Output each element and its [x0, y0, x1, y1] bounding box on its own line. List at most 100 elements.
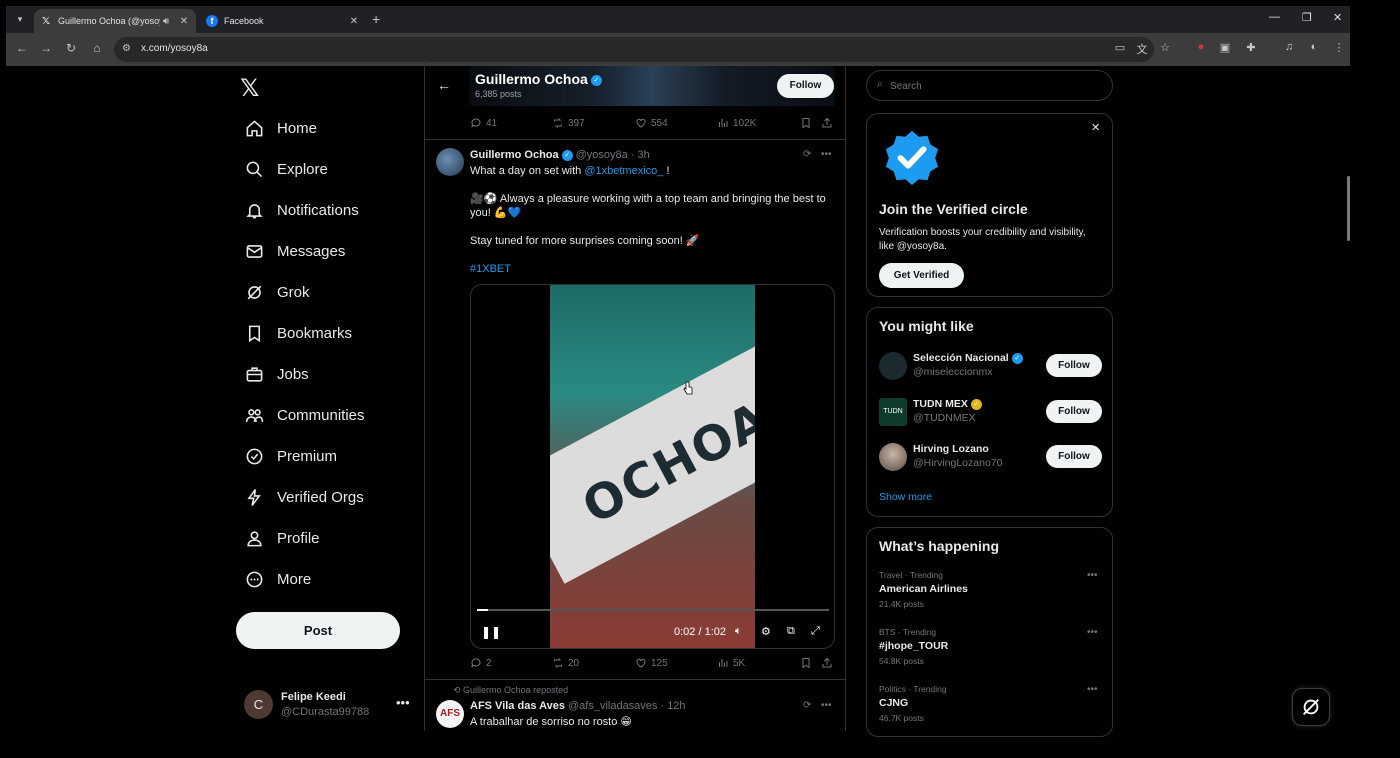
nav-item-verified-orgs[interactable]: Verified Orgs	[244, 482, 364, 512]
menu-icon[interactable]: ⋮	[1331, 41, 1347, 54]
minimize-button[interactable]: —	[1269, 11, 1280, 23]
avatar[interactable]: TUDN	[879, 398, 907, 426]
close-tab-icon[interactable]: ✕	[348, 16, 360, 27]
suggested-account[interactable]: Hirving Lozano @HirvingLozano70 Follow	[879, 441, 1104, 473]
nav-item-profile[interactable]: Profile	[244, 523, 320, 553]
home-button[interactable]: ⌂	[89, 41, 105, 55]
nav-item-jobs[interactable]: Jobs	[244, 359, 309, 389]
pip-icon[interactable]: ⧉	[787, 625, 795, 638]
more-dots-icon[interactable]: •••	[821, 149, 832, 160]
site-info-icon[interactable]: ⚙	[122, 43, 131, 54]
like-button[interactable]: 554	[635, 117, 668, 129]
more-dots-icon[interactable]: •••	[396, 695, 410, 710]
extensions-puzzle-icon[interactable]: ✚	[1243, 41, 1259, 54]
follow-button[interactable]: Follow	[777, 74, 834, 98]
close-window-button[interactable]: ✕	[1333, 11, 1342, 24]
grok-icon[interactable]: ⟳	[803, 149, 811, 160]
grok-float-button[interactable]	[1292, 688, 1330, 726]
follow-button[interactable]: Follow	[1046, 354, 1102, 377]
install-app-icon[interactable]: ▭	[1112, 41, 1128, 54]
translate-icon[interactable]: 文	[1134, 41, 1150, 57]
nav-item-grok[interactable]: Grok	[244, 277, 310, 307]
audio-icon[interactable]: 🔊︎	[160, 16, 172, 27]
nav-item-bookmarks[interactable]: Bookmarks	[244, 318, 352, 348]
extension-icon[interactable]: ●	[1193, 41, 1209, 53]
pause-icon[interactable]: ❚❚	[481, 625, 501, 639]
video-player[interactable]: OCHOA ❚❚ 0:02 / 1:02 🔈︎ ⚙ ⧉ ⤢	[470, 284, 835, 649]
video-progress-bar[interactable]	[477, 609, 829, 611]
forward-button[interactable]: →	[38, 41, 54, 55]
extension-icon[interactable]: ▣	[1217, 41, 1233, 54]
post-button[interactable]: Post	[236, 612, 400, 649]
search-input[interactable]	[890, 77, 1100, 95]
nav-item-communities[interactable]: Communities	[244, 400, 365, 430]
more-dots-icon[interactable]: •••	[821, 700, 832, 711]
nav-item-messages[interactable]: Messages	[244, 236, 345, 266]
back-arrow-icon[interactable]: ←	[437, 77, 451, 93]
bookmark-star-icon[interactable]: ☆	[1157, 41, 1173, 54]
tab-facebook[interactable]: f Facebook ✕	[200, 9, 366, 33]
tweet-header: Guillermo Ochoa ✓ @yosoy8a · 3h	[470, 149, 650, 161]
new-tab-button[interactable]: +	[372, 11, 380, 27]
search-box[interactable]: ⌕	[866, 70, 1113, 101]
like-button[interactable]: 125	[635, 657, 668, 669]
repost-button[interactable]: 20	[552, 657, 579, 669]
reload-button[interactable]: ↻	[63, 41, 79, 55]
media-control-icon[interactable]: ♫	[1281, 41, 1297, 53]
trend-title: #jhope_TOUR	[879, 640, 949, 652]
bookmark-button[interactable]	[800, 117, 816, 129]
close-icon[interactable]: ✕	[1091, 121, 1100, 134]
reply-button[interactable]: 41	[470, 117, 497, 129]
nav-item-explore[interactable]: Explore	[244, 154, 328, 184]
author-name[interactable]: Guillermo Ochoa	[470, 149, 559, 161]
bookmark-button[interactable]	[800, 657, 816, 669]
more-dots-icon[interactable]: •••	[1087, 570, 1098, 581]
share-button[interactable]	[821, 117, 837, 129]
trend-item[interactable]: Travel · Trending American Airlines 21.4…	[879, 570, 1104, 614]
fullscreen-icon[interactable]: ⤢	[811, 625, 820, 638]
account-switcher[interactable]: C Felipe Keedi @CDurasta99788 •••	[244, 689, 414, 723]
follow-button[interactable]: Follow	[1046, 445, 1102, 468]
nav-item-more[interactable]: More	[244, 564, 311, 594]
volume-icon[interactable]: 🔈︎	[735, 625, 742, 638]
more-dots-icon[interactable]: •••	[1087, 627, 1098, 638]
video-frame[interactable]: OCHOA	[550, 285, 755, 648]
trend-item[interactable]: BTS · Trending #jhope_TOUR 54.8K posts •…	[879, 627, 1104, 671]
grok-icon[interactable]: ⟳	[803, 700, 811, 711]
avatar[interactable]: AFS	[436, 700, 464, 728]
close-tab-icon[interactable]: ✕	[178, 16, 190, 27]
get-verified-button[interactable]: Get Verified	[879, 263, 964, 288]
more-dots-icon[interactable]: •••	[1087, 684, 1098, 695]
author-handle[interactable]: @afs_viladasaves · 12h	[568, 700, 686, 712]
scrollbar-thumb[interactable]	[1347, 176, 1350, 241]
settings-gear-icon[interactable]: ⚙	[761, 625, 771, 638]
follow-button[interactable]: Follow	[1046, 400, 1102, 423]
avatar[interactable]	[436, 148, 464, 176]
hashtag-link[interactable]: #1XBET	[470, 262, 830, 276]
author-handle[interactable]: @yosoy8a · 3h	[576, 149, 650, 161]
back-button[interactable]: ←	[14, 41, 30, 55]
nav-item-notifications[interactable]: Notifications	[244, 195, 359, 225]
nav-item-premium[interactable]: Premium	[244, 441, 337, 471]
avatar[interactable]	[879, 443, 907, 471]
avatar[interactable]	[879, 352, 907, 380]
reply-button[interactable]: 2	[470, 657, 492, 669]
suggested-account[interactable]: Selección Nacional ✓ @miseleccionmx Follo…	[879, 350, 1104, 382]
trend-item[interactable]: Politics · Trending CJNG 46.7K posts •••	[879, 684, 1104, 728]
views-button[interactable]: 5K	[717, 657, 745, 669]
repost-button[interactable]: 397	[552, 117, 585, 129]
show-more-link[interactable]: Show more	[879, 491, 932, 503]
page-scrollbar[interactable]	[1347, 66, 1350, 731]
address-bar[interactable]: ⚙ x.com/yosoy8a	[114, 37, 1154, 62]
restore-button[interactable]: ❐	[1302, 11, 1312, 24]
mention-link[interactable]: @1xbetmexico_	[584, 165, 663, 177]
views-button[interactable]: 102K	[717, 117, 756, 129]
nav-item-home[interactable]: Home	[244, 113, 317, 143]
profile-icon[interactable]: ◐	[1306, 41, 1322, 53]
suggested-account[interactable]: TUDN TUDN MEX ✓ @TUDNMEX Follow	[879, 396, 1104, 428]
author-name[interactable]: AFS Vila das Aves	[470, 700, 565, 712]
share-button[interactable]	[821, 657, 837, 669]
tab-search-button[interactable]: ▾	[12, 11, 28, 27]
tab-x-profile[interactable]: 𝕏 Guillermo Ochoa (@yosoy8 🔊︎ ✕	[34, 9, 196, 33]
x-logo-icon[interactable]: 𝕏	[240, 74, 270, 102]
